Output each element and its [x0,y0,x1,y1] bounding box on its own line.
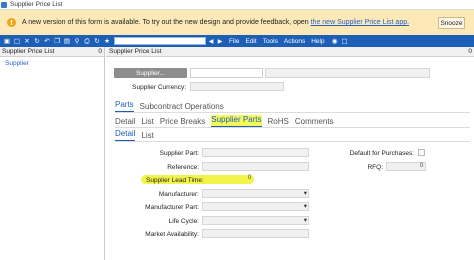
supplier-name-field [265,68,430,78]
pin-icon[interactable]: 0 [98,48,102,55]
maximize-icon[interactable]: □ [341,37,349,45]
new-icon[interactable]: □ [13,37,21,45]
menu-file[interactable]: File [229,38,239,45]
prev-record-icon[interactable]: ◀ [207,37,215,45]
undo-icon[interactable]: ↶ [43,37,51,45]
form-panel: Supplier Price List 0 Supplier... Suppli… [106,47,474,260]
main-toolbar: ▣ □ ✕ ↻ ↶ ❐ ▤ ⚲ ⎙ ↻ ★ ◀ ▶ File Edit Tool… [0,35,474,47]
menu-actions[interactable]: Actions [284,38,305,45]
tree-item-supplier[interactable]: Supplier [5,60,104,67]
tabs-level1-divider [115,112,470,113]
reference-field[interactable] [202,162,309,171]
window-titlebar: Supplier Price List [0,0,474,10]
save-icon[interactable]: ▣ [3,37,11,45]
record-combo[interactable] [114,37,206,45]
rfq-label: RFQ: [367,164,383,171]
tree-panel: Supplier Price List 0 Supplier [0,47,105,260]
supplier-currency-label: Supplier Currency: [132,84,186,91]
snooze-button[interactable]: Snooze [438,17,465,29]
market-availability-label: Market Availability: [145,231,199,238]
default-for-purchases-checkbox[interactable] [418,149,425,156]
supplier-lead-time-label: Supplier Lead Time: [146,177,204,184]
tree-panel-title: Supplier Price List [2,48,55,55]
menu-tools[interactable]: Tools [263,38,278,45]
favorite-icon[interactable]: ★ [103,37,111,45]
banner-message: A new version of this form is available.… [22,19,409,26]
new-app-link[interactable]: the new Supplier Price List app. [311,19,409,26]
next-record-icon[interactable]: ▶ [216,37,224,45]
paste-icon[interactable]: ▤ [63,37,71,45]
reference-label: Reference: [167,164,199,171]
print-icon[interactable]: ⎙ [83,37,91,45]
manufacturer-part-label: Manufacturer Part: [145,204,199,211]
life-cycle-select[interactable] [202,216,309,225]
life-cycle-label: Life Cycle: [168,218,199,225]
manufacturer-part-select[interactable] [202,202,309,211]
refresh-icon[interactable]: ↻ [33,37,41,45]
app-icon [1,1,7,8]
warning-icon: ! [7,18,16,27]
tabs-level3-divider [115,141,470,142]
manufacturer-label: Manufacturer: [158,191,199,198]
market-availability-field [202,229,309,238]
menu-edit[interactable]: Edit [245,38,256,45]
form-panel-title: Supplier Price List [109,48,162,55]
window-title: Supplier Price List [10,1,63,8]
supplier-part-label: Supplier Part: [159,150,199,157]
rfq-value: 0 [420,163,424,169]
manufacturer-select[interactable] [202,189,309,198]
supplier-field[interactable] [190,68,263,78]
find-icon[interactable]: ⚲ [73,37,81,45]
help-icon[interactable]: ◉ [331,37,339,45]
lead-time-value[interactable]: 0 [248,175,251,181]
menu-help[interactable]: Help [311,38,324,45]
copy-icon[interactable]: ❐ [53,37,61,45]
tabs-level2-divider [115,127,470,128]
form-panel-header: Supplier Price List 0 [106,47,474,57]
default-for-purchases-label: Default for Purchases: [349,150,414,157]
supplier-part-field[interactable] [202,148,309,157]
supplier-button[interactable]: Supplier... [114,68,187,78]
tree-panel-header: Supplier Price List 0 [0,47,104,57]
attach-icon[interactable]: ↻ [93,37,101,45]
delete-icon[interactable]: ✕ [23,37,31,45]
update-banner: ! A new version of this form is availabl… [0,10,474,35]
supplier-currency-field [190,82,284,91]
banner-text: A new version of this form is available.… [22,19,309,26]
pin-icon[interactable]: 0 [468,48,472,55]
